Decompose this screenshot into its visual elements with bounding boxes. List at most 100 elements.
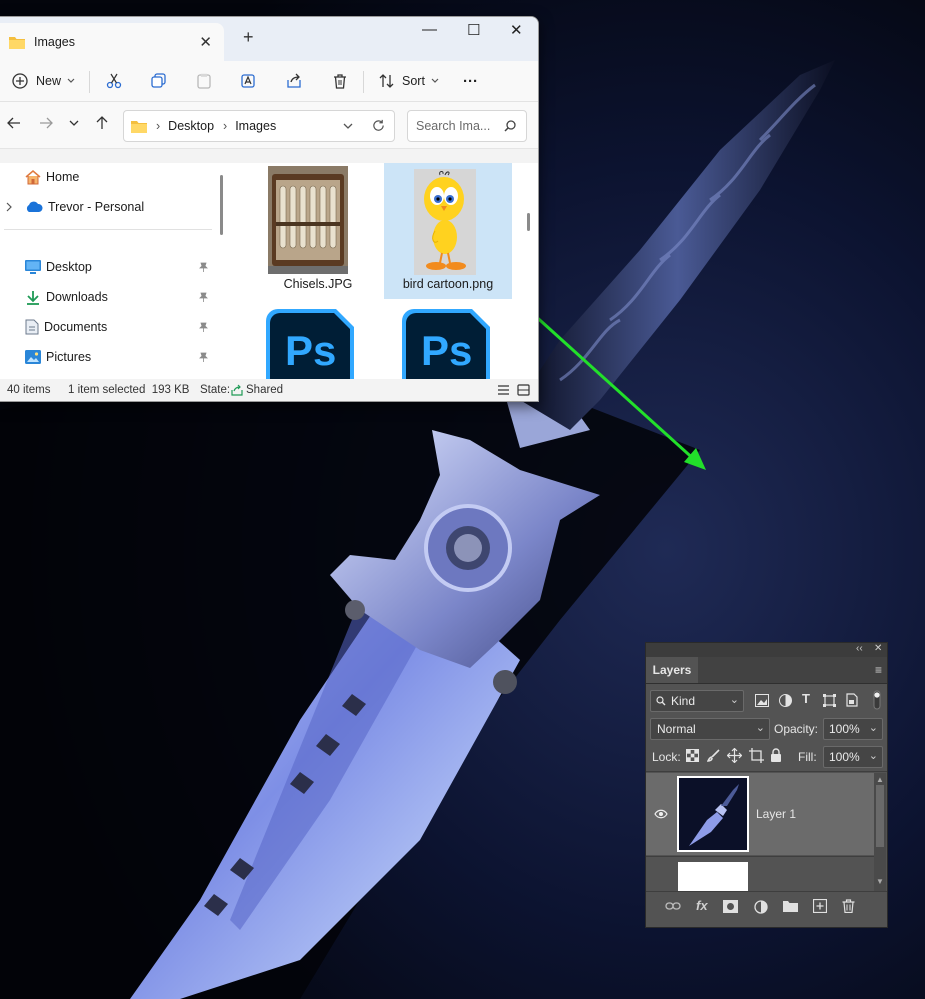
opacity-label: Opacity:: [774, 722, 819, 736]
pin-icon[interactable]: [199, 352, 208, 362]
file-tile-chisels[interactable]: Chisels.JPG: [254, 163, 382, 299]
rename-button[interactable]: [241, 61, 257, 101]
filter-toggle-icon[interactable]: [873, 690, 881, 710]
pixel-filter-icon[interactable]: [755, 694, 769, 707]
close-panel-icon[interactable]: ✕: [874, 643, 882, 654]
tab-images[interactable]: Images ✕: [0, 23, 224, 61]
paste-button[interactable]: [196, 61, 212, 101]
download-icon: [27, 290, 39, 305]
copy-button[interactable]: [151, 61, 167, 101]
trash-icon: [334, 74, 346, 89]
sort-label: Sort: [402, 74, 425, 88]
back-arrow-icon[interactable]: [7, 116, 21, 130]
nav-item-onedrive[interactable]: Trevor - Personal: [0, 195, 216, 219]
photoshop-file-icon: Ps: [402, 309, 490, 379]
type-filter-icon[interactable]: T: [802, 691, 810, 706]
nav-label: Desktop: [46, 260, 92, 274]
tab-layers[interactable]: Layers: [646, 657, 698, 683]
lock-position-icon[interactable]: [727, 748, 742, 763]
fill-value: 100%: [829, 750, 860, 764]
tab-title: Images: [34, 35, 75, 49]
new-tab-button[interactable]: +: [243, 27, 254, 48]
up-arrow-icon[interactable]: [95, 116, 109, 130]
new-layer-icon[interactable]: [813, 899, 827, 913]
close-button[interactable]: ✕: [510, 21, 523, 39]
more-options-button[interactable]: ···: [463, 61, 478, 101]
opacity-input[interactable]: 100% ⌄: [823, 718, 883, 740]
layer-row-layer-1[interactable]: Layer 1: [646, 773, 874, 855]
folder-icon: [9, 37, 25, 49]
collapse-panel-icon[interactable]: ‹‹: [856, 643, 863, 654]
adjustment-layer-icon[interactable]: [754, 900, 768, 914]
blend-mode-select[interactable]: Normal ⌄: [650, 718, 770, 740]
file-tile-bird-cartoon[interactable]: bird cartoon.png: [384, 163, 512, 299]
minimize-button[interactable]: —: [422, 21, 437, 38]
visibility-eye-icon[interactable]: [654, 809, 668, 819]
search-icon: [504, 120, 516, 132]
file-pane-scrollbar[interactable]: [527, 213, 530, 231]
delete-button[interactable]: [332, 61, 348, 101]
file-tile-psd[interactable]: Ps: [390, 309, 518, 379]
nav-item-documents[interactable]: Documents: [0, 315, 216, 339]
nav-item-home[interactable]: Home: [0, 165, 216, 189]
onedrive-icon: [26, 201, 43, 212]
chevron-down-icon: ⌄: [755, 722, 765, 734]
panel-tab-bar: Layers ≡: [646, 657, 887, 684]
smart-object-filter-icon[interactable]: [846, 693, 858, 707]
add-mask-icon[interactable]: [723, 900, 738, 913]
chevron-down-icon[interactable]: [343, 123, 353, 130]
breadcrumb-images[interactable]: Images: [235, 119, 276, 133]
share-icon: [287, 73, 301, 88]
nav-pane-scrollbar[interactable]: [220, 175, 223, 235]
pin-icon[interactable]: [199, 292, 208, 302]
nav-item-pictures[interactable]: Pictures: [0, 345, 216, 369]
scroll-down-icon[interactable]: ▼: [876, 877, 884, 886]
fill-input[interactable]: 100% ⌄: [823, 746, 883, 768]
shape-filter-icon[interactable]: [823, 694, 836, 707]
cut-button[interactable]: [106, 61, 122, 101]
pin-icon[interactable]: [199, 262, 208, 272]
layer-row-background[interactable]: [646, 856, 874, 892]
tab-close-icon[interactable]: ✕: [199, 33, 212, 51]
search-icon: [656, 696, 666, 706]
tiles-view-icon[interactable]: [517, 384, 530, 396]
layers-panel-actions: fx: [646, 891, 887, 922]
sort-button[interactable]: Sort: [379, 61, 439, 101]
search-input[interactable]: Search Ima...: [407, 110, 527, 142]
panel-menu-icon[interactable]: ≡: [875, 663, 882, 677]
filter-kind-select[interactable]: Kind ⌄: [650, 690, 744, 712]
forward-arrow-icon[interactable]: [39, 116, 53, 130]
recent-locations-chevron-icon[interactable]: [69, 120, 79, 127]
nav-item-desktop[interactable]: Desktop: [0, 255, 216, 279]
layers-scrollbar[interactable]: ▲ ▼: [874, 773, 886, 891]
address-bar[interactable]: › Desktop › Images: [123, 110, 395, 142]
layers-panel: ‹‹ ✕ Layers ≡ Kind ⌄ T Normal ⌄ Opacity:…: [645, 642, 888, 928]
lock-label: Lock:: [652, 750, 681, 764]
pin-icon[interactable]: [199, 322, 208, 332]
panel-header-strip: ‹‹ ✕: [646, 643, 887, 657]
chevron-right-icon[interactable]: [6, 202, 13, 212]
share-button[interactable]: [286, 61, 302, 101]
chisels-thumbnail: [268, 166, 348, 274]
bird-cartoon-thumbnail: [414, 169, 476, 275]
scroll-up-icon[interactable]: ▲: [876, 775, 884, 784]
link-layers-icon[interactable]: [665, 901, 681, 911]
new-group-folder-icon[interactable]: [783, 900, 798, 912]
maximize-button[interactable]: ☐: [467, 21, 480, 39]
lock-artboard-icon[interactable]: [749, 748, 764, 763]
file-tile-psd[interactable]: Ps: [254, 309, 382, 379]
state-label: State:: [200, 384, 231, 396]
lock-all-icon[interactable]: [770, 748, 782, 762]
new-button[interactable]: New: [12, 61, 75, 101]
new-label: New: [36, 74, 62, 88]
delete-layer-trash-icon[interactable]: [842, 899, 855, 913]
breadcrumb-desktop[interactable]: Desktop: [168, 119, 214, 133]
scrollbar-thumb[interactable]: [876, 785, 884, 847]
nav-item-downloads[interactable]: Downloads: [0, 285, 216, 309]
details-view-icon[interactable]: [497, 384, 510, 396]
lock-image-pixels-icon[interactable]: [707, 749, 720, 762]
adjustment-filter-icon[interactable]: [779, 694, 792, 707]
lock-transparent-pixels-icon[interactable]: [686, 749, 699, 762]
layer-style-fx-icon[interactable]: fx: [696, 898, 708, 913]
refresh-icon[interactable]: [372, 119, 385, 132]
